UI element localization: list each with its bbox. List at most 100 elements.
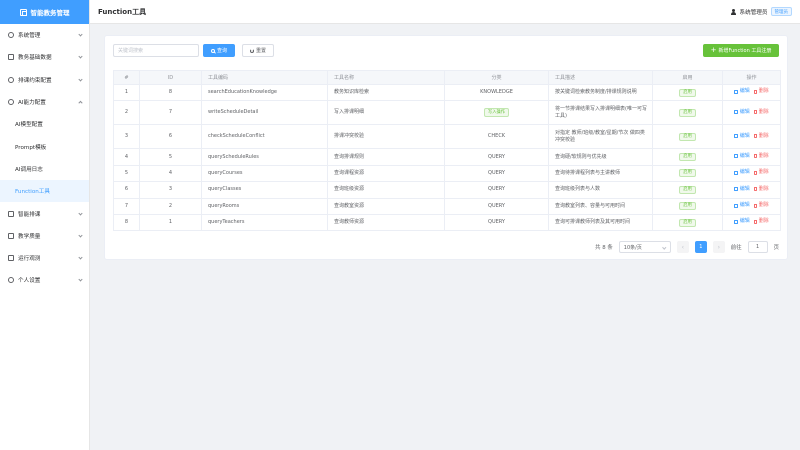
cell-index: 4: [113, 148, 140, 166]
page-unit-label: 页: [773, 245, 779, 251]
cell-description: 查询硬/软规则与优先级: [548, 148, 653, 166]
trash-icon: [753, 219, 758, 224]
reset-button[interactable]: 重置: [242, 44, 274, 57]
sidebar-item-teaching-quality[interactable]: 教学质量: [0, 225, 89, 247]
edit-button[interactable]: 编辑: [734, 88, 750, 95]
next-page-button[interactable]: ›: [712, 241, 725, 253]
sidebar-item-constraints[interactable]: 排课约束配置: [0, 69, 89, 91]
prev-page-button[interactable]: ‹: [676, 241, 689, 253]
status-badge: 启用: [679, 185, 696, 194]
edit-button[interactable]: 编辑: [734, 109, 750, 116]
cell-id: 5: [139, 148, 202, 166]
edit-button[interactable]: 编辑: [734, 153, 750, 160]
cell-id: 2: [139, 198, 202, 215]
user-name: 系统管理员: [739, 9, 768, 16]
table-row: 8 1 queryTeachers 查询教师资源 QUERY 查询可排课教师列表及其可用时…: [113, 214, 781, 232]
user-menu[interactable]: 系统管理员 管理员: [731, 7, 792, 16]
delete-button[interactable]: 删除: [753, 218, 769, 225]
cell-code: searchEducationKnowledge: [201, 84, 328, 102]
edit-icon: [734, 203, 739, 208]
delete-button[interactable]: 删除: [753, 132, 769, 140]
delete-label: 删除: [758, 132, 769, 139]
table-row: 6 3 queryClasses 查询班级资源 QUERY 查询班级列表与人数 启用 编辑 删除: [113, 181, 781, 199]
delete-button[interactable]: 删除: [753, 153, 769, 160]
cell-category: QUERY: [444, 148, 549, 166]
edit-icon: [734, 134, 739, 139]
cell-actions: 编辑 删除: [722, 124, 781, 150]
goto-page-input[interactable]: [747, 241, 768, 253]
page-size-select[interactable]: 10条/页: [618, 241, 671, 253]
sidebar: 智能教务管理 系统管理 教务基础数据 排课约束配置 AI能力配置 AI模型配置 …: [0, 0, 90, 450]
column-header-code[interactable]: 工具编码: [201, 70, 328, 85]
add-function-button[interactable]: + 新增Function 工具注册: [703, 44, 779, 57]
search-input[interactable]: [113, 44, 199, 57]
sidebar-item-personal-settings[interactable]: 个人设置: [0, 269, 89, 291]
sidebar-subitem-function-tools[interactable]: Function工具: [0, 180, 89, 203]
column-header-enabled[interactable]: 启用: [652, 70, 723, 85]
table-body: 1 8 searchEducationKnowledge 教务知识库检索 KNOWLED…: [113, 84, 781, 232]
cell-category: 写入操作: [444, 100, 549, 126]
category-text: QUERY: [488, 169, 505, 176]
sliders-icon: [8, 76, 14, 83]
edit-button[interactable]: 编辑: [734, 218, 750, 225]
query-button[interactable]: 查询: [203, 44, 235, 57]
cell-actions: 编辑 删除: [722, 100, 781, 126]
chevron-down-icon: [662, 244, 667, 249]
category-text: QUERY: [488, 219, 505, 226]
trash-icon: [753, 170, 758, 175]
column-header-category[interactable]: 分类: [444, 70, 549, 85]
app-brand[interactable]: 智能教务管理: [0, 0, 89, 24]
edit-button[interactable]: 编辑: [734, 169, 750, 176]
category-text: QUERY: [488, 153, 505, 160]
cell-category: CHECK: [444, 124, 549, 150]
sidebar-item-system[interactable]: 系统管理: [0, 24, 89, 46]
column-header-index[interactable]: #: [113, 70, 140, 85]
sidebar-subitem-ai-model[interactable]: AI模型配置: [0, 113, 89, 135]
add-button-label: 新增Function 工具注册: [718, 48, 772, 54]
status-badge: 启用: [679, 153, 696, 162]
cell-id: 7: [139, 100, 202, 126]
delete-button[interactable]: 删除: [753, 169, 769, 176]
cell-description: 按关键词检索教务制度/排课规则说明: [548, 84, 653, 102]
cell-description: 查询教室列表、容量与可用时间: [548, 198, 653, 215]
cell-name: 写入排课明细: [327, 100, 445, 126]
category-text: KNOWLEDGE: [480, 89, 513, 96]
edit-button[interactable]: 编辑: [734, 186, 750, 193]
page-size-value: 10条/页: [623, 244, 642, 251]
column-header-id[interactable]: ID: [139, 70, 202, 85]
edit-button[interactable]: 编辑: [734, 133, 750, 140]
cell-actions: 编辑 删除: [722, 84, 781, 102]
delete-button[interactable]: 删除: [753, 202, 769, 209]
cell-name: 排课冲突校验: [327, 124, 445, 150]
sidebar-menu: 系统管理 教务基础数据 排课约束配置 AI能力配置 AI模型配置 Prompt模…: [0, 24, 89, 292]
column-header-description[interactable]: 工具描述: [548, 70, 653, 85]
delete-button[interactable]: 删除: [753, 109, 769, 116]
status-badge: 启用: [679, 218, 696, 227]
cell-name: 查询班级资源: [327, 181, 445, 199]
delete-label: 删除: [758, 185, 769, 192]
table-row: 4 5 queryScheduleRules 查询排课规则 QUERY 查询硬/软规则与优…: [113, 148, 781, 166]
sidebar-subitem-ai-log[interactable]: AI调用日志: [0, 158, 89, 180]
column-header-name[interactable]: 工具名称: [327, 70, 445, 85]
edit-icon: [734, 170, 739, 175]
delete-button[interactable]: 删除: [753, 88, 769, 95]
edit-label: 编辑: [739, 108, 750, 115]
cell-index: 7: [113, 198, 140, 215]
edit-button[interactable]: 编辑: [734, 202, 750, 209]
cell-code: queryCourses: [201, 165, 328, 183]
cell-name: 查询教师资源: [327, 214, 445, 232]
sidebar-item-label: 系统管理: [18, 33, 41, 40]
sidebar-item-monitoring[interactable]: 运行观测: [0, 247, 89, 269]
sidebar-subitem-prompt-template[interactable]: Prompt模板: [0, 135, 89, 157]
page-number-1[interactable]: 1: [694, 241, 707, 253]
cell-id: 8: [139, 84, 202, 102]
cell-code: queryRooms: [201, 198, 328, 215]
sidebar-item-smart-schedule[interactable]: 智能排课: [0, 202, 89, 224]
delete-label: 删除: [758, 169, 769, 176]
delete-button[interactable]: 删除: [753, 185, 769, 193]
sidebar-item-ai-config[interactable]: AI能力配置: [0, 91, 89, 113]
cell-name: 查询课程资源: [327, 165, 445, 183]
sidebar-item-base-data[interactable]: 教务基础数据: [0, 46, 89, 68]
column-header-actions[interactable]: 操作: [722, 70, 781, 85]
cell-description: 对指定 教师/班级/教室/星期/节次 做四类冲突校验: [548, 124, 653, 150]
